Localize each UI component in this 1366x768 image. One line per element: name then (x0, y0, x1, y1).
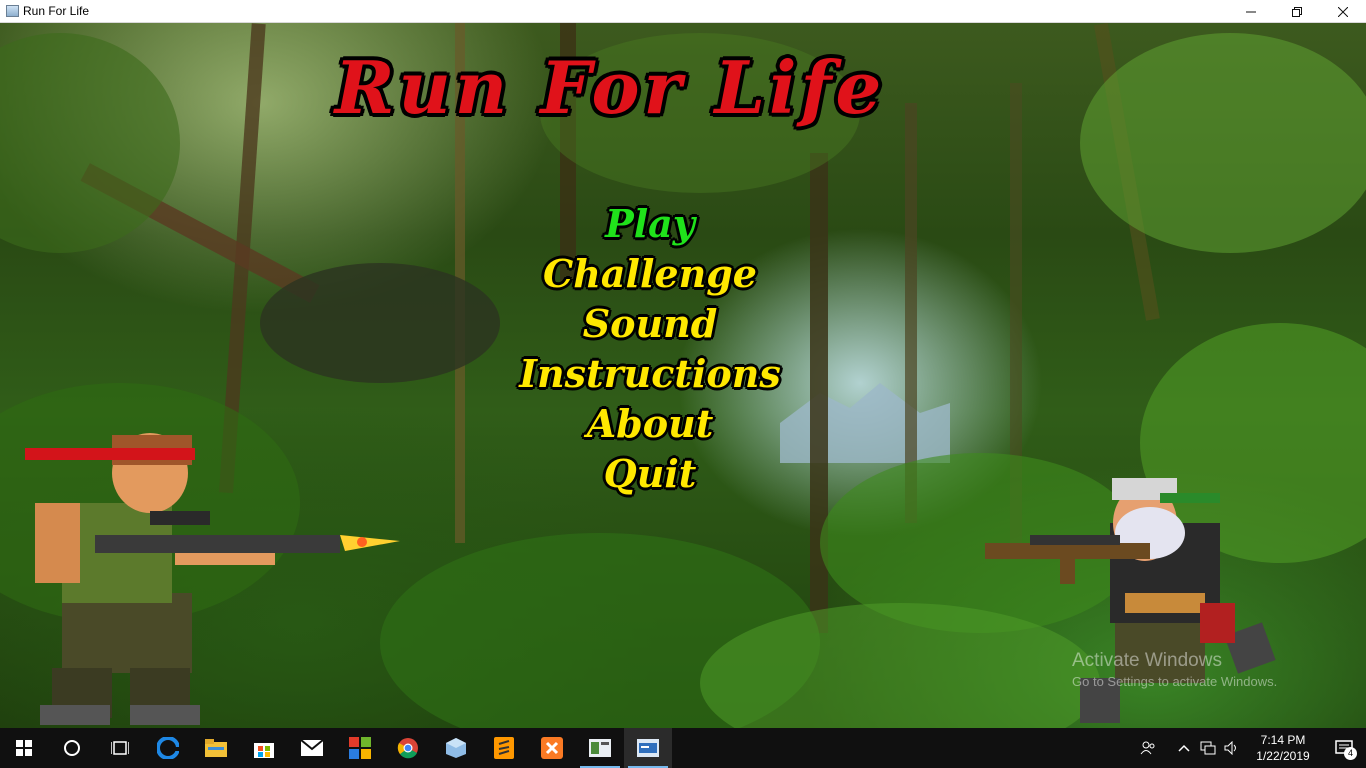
taskbar-xampp[interactable] (528, 728, 576, 768)
menu-instructions[interactable]: Instructions (500, 349, 800, 399)
main-menu: Play Challenge Sound Instructions About … (500, 199, 800, 499)
office-icon (349, 737, 371, 759)
people-icon (1140, 741, 1155, 755)
menu-play[interactable]: Play (500, 199, 800, 249)
close-icon (1338, 6, 1348, 17)
java-app-icon (589, 739, 611, 757)
app-window-icon (6, 5, 19, 17)
cortana-search-icon (64, 740, 80, 756)
watermark-subtitle: Go to Settings to activate Windows. (1072, 674, 1278, 689)
restore-icon (1292, 6, 1302, 17)
taskbar-run-for-life[interactable] (624, 728, 672, 768)
close-button[interactable] (1320, 0, 1366, 23)
network-icon (1200, 741, 1216, 755)
window-controls (1228, 0, 1366, 23)
taskbar-java-app[interactable] (576, 728, 624, 768)
action-center-button[interactable]: 4 (1322, 728, 1366, 768)
taskbar-sublime[interactable] (480, 728, 528, 768)
show-hidden-icons-button[interactable] (1172, 728, 1196, 768)
game-canvas[interactable]: Run For Life Play Challenge Sound Instru… (0, 23, 1366, 728)
watermark-title: Activate Windows (1072, 650, 1222, 671)
run-for-life-icon (637, 739, 659, 757)
maximize-button[interactable] (1274, 0, 1320, 23)
menu-quit[interactable]: Quit (500, 449, 800, 499)
xampp-icon (541, 737, 563, 759)
start-button[interactable] (0, 728, 48, 768)
task-view-icon (111, 741, 129, 755)
clock-date: 1/22/2019 (1256, 749, 1310, 763)
taskbar-clock[interactable]: 7:14 PM 1/22/2019 (1244, 732, 1322, 764)
search-button[interactable] (48, 728, 96, 768)
window-title-bar: Run For Life (0, 0, 1366, 23)
window-title: Run For Life (23, 4, 90, 18)
task-view-button[interactable] (96, 728, 144, 768)
edge-icon (157, 737, 179, 759)
people-button[interactable] (1136, 728, 1160, 768)
menu-challenge[interactable]: Challenge (500, 249, 800, 299)
minimize-button[interactable] (1228, 0, 1274, 23)
system-tray: 7:14 PM 1/22/2019 4 (1136, 728, 1366, 768)
store-icon (254, 743, 274, 758)
chevron-up-icon (1178, 744, 1190, 752)
taskbar-mail[interactable] (288, 728, 336, 768)
taskbar-chrome[interactable] (384, 728, 432, 768)
taskbar-store[interactable] (240, 728, 288, 768)
speaker-icon (1224, 741, 1236, 755)
volume-button[interactable] (1220, 728, 1244, 768)
taskbar-office[interactable] (336, 728, 384, 768)
taskbar-file-explorer[interactable] (192, 728, 240, 768)
chrome-icon (397, 738, 418, 759)
taskbar-virtualbox[interactable] (432, 728, 480, 768)
sublime-icon (494, 737, 514, 759)
game-title-logo: Run For Life (334, 45, 886, 130)
taskbar-edge[interactable] (144, 728, 192, 768)
windows-taskbar: 7:14 PM 1/22/2019 4 (0, 728, 1366, 768)
network-button[interactable] (1196, 728, 1220, 768)
notification-count-badge: 4 (1344, 747, 1357, 760)
menu-sound[interactable]: Sound (500, 299, 800, 349)
box-icon (446, 738, 466, 758)
menu-about[interactable]: About (500, 399, 800, 449)
file-explorer-icon (205, 739, 227, 757)
activation-watermark: Activate Windows Go to Settings to activ… (1072, 650, 1277, 689)
mail-icon (301, 740, 323, 756)
minimize-icon (1246, 11, 1256, 12)
clock-time: 7:14 PM (1260, 733, 1306, 747)
windows-start-icon (16, 740, 32, 756)
